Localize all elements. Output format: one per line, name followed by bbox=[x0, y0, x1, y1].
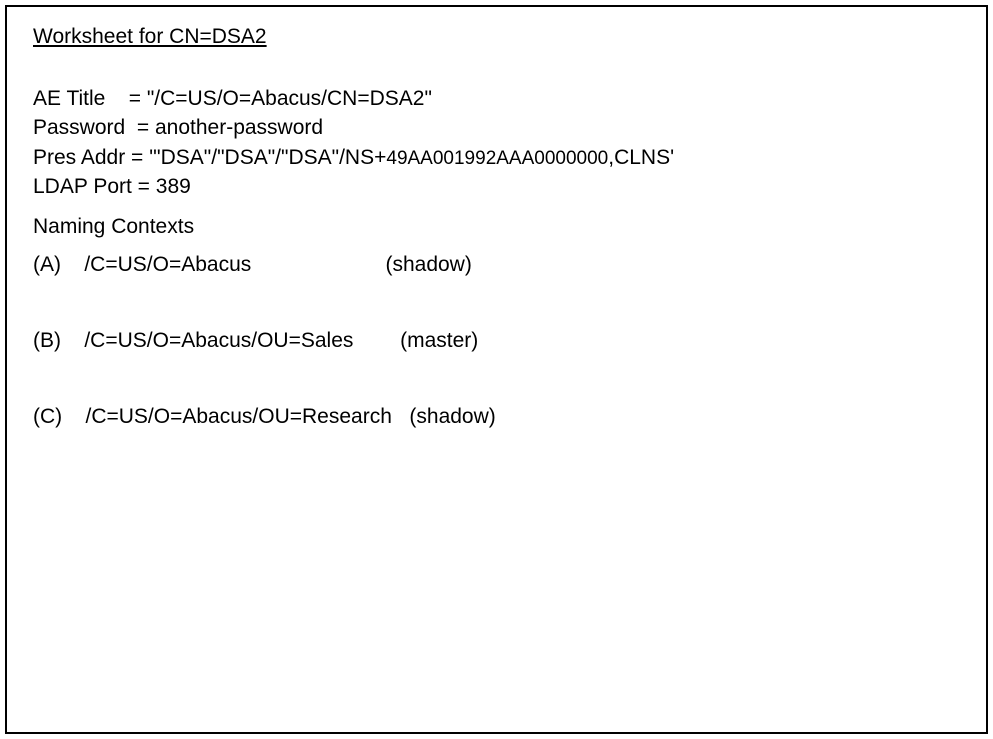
ae-title-row: AE Title = "/C=US/O=Abacus/CN=DSA2" bbox=[33, 85, 960, 112]
pres-addr-hex: 49AA001992AAA0000000 bbox=[386, 148, 608, 169]
context-path: /C=US/O=Abacus/OU=Research bbox=[86, 405, 392, 428]
context-path: /C=US/O=Abacus/OU=Sales bbox=[84, 329, 353, 352]
context-path: /C=US/O=Abacus bbox=[84, 253, 251, 276]
worksheet-container: Worksheet for CN=DSA2 AE Title = "/C=US/… bbox=[5, 5, 988, 734]
pres-addr-prefix: '"DSA"/"DSA"/"DSA"/NS+ bbox=[149, 146, 386, 169]
password-label: Password bbox=[33, 116, 125, 139]
context-letter: (C) bbox=[33, 405, 62, 428]
pres-addr-suffix: ,CLNS' bbox=[608, 146, 674, 169]
ae-title-label: AE Title bbox=[33, 87, 105, 110]
context-role: (shadow) bbox=[385, 253, 471, 276]
worksheet-title: Worksheet for CN=DSA2 bbox=[33, 25, 960, 49]
context-row-b: (B) /C=US/O=Abacus/OU=Sales (master) bbox=[33, 329, 960, 353]
ldap-port-row: LDAP Port = 389 bbox=[33, 173, 960, 200]
password-row: Password = another-password bbox=[33, 114, 960, 141]
context-row-a: (A) /C=US/O=Abacus (shadow) bbox=[33, 253, 960, 277]
ae-title-value: "/C=US/O=Abacus/CN=DSA2" bbox=[147, 87, 432, 110]
pres-addr-row: Pres Addr = '"DSA"/"DSA"/"DSA"/NS+49AA00… bbox=[33, 144, 960, 172]
context-role: (shadow) bbox=[409, 405, 495, 428]
contexts-list: (A) /C=US/O=Abacus (shadow) (B) /C=US/O=… bbox=[33, 253, 960, 429]
context-letter: (B) bbox=[33, 329, 61, 352]
ldap-port-value: 389 bbox=[156, 175, 191, 198]
fields-section: AE Title = "/C=US/O=Abacus/CN=DSA2" Pass… bbox=[33, 85, 960, 201]
context-role: (master) bbox=[400, 329, 478, 352]
naming-contexts-header: Naming Contexts bbox=[33, 215, 960, 239]
password-value: another-password bbox=[155, 116, 323, 139]
pres-addr-label: Pres Addr bbox=[33, 146, 125, 169]
context-letter: (A) bbox=[33, 253, 61, 276]
ldap-port-label: LDAP Port bbox=[33, 175, 132, 198]
context-row-c: (C) /C=US/O=Abacus/OU=Research (shadow) bbox=[33, 405, 960, 429]
